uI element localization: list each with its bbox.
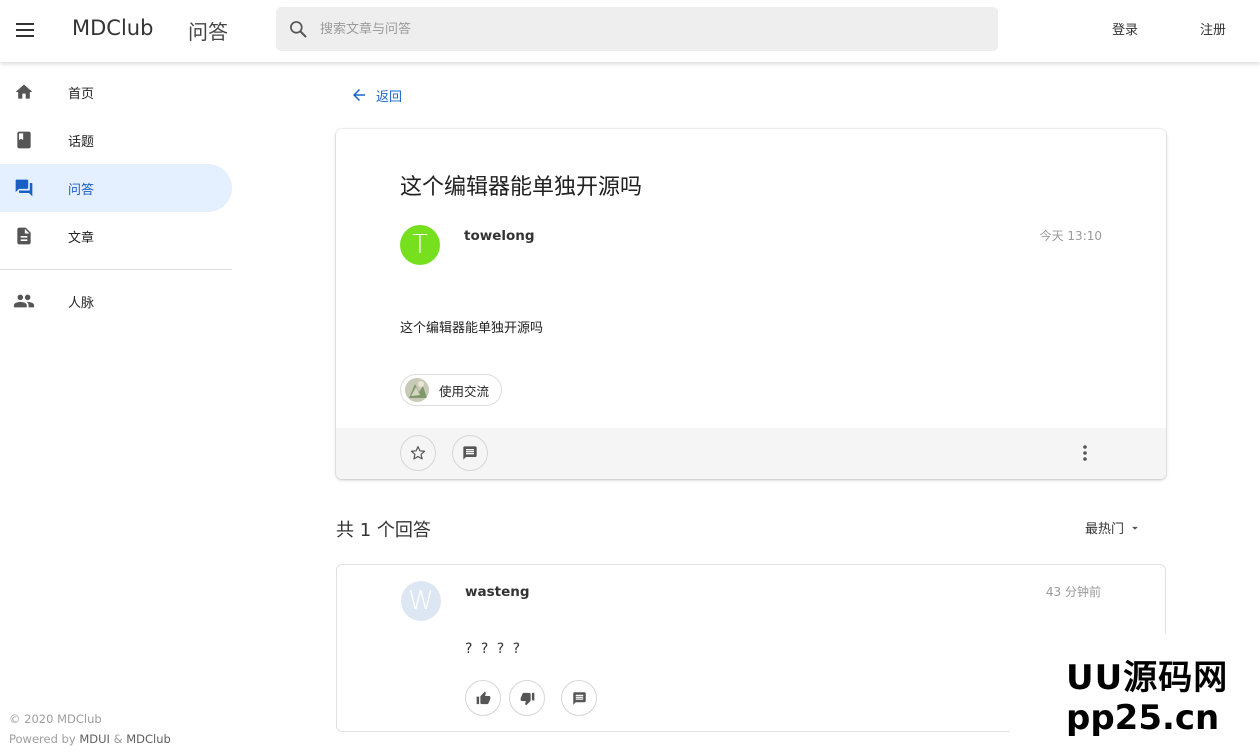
sidebar-item-label: 首页 <box>68 86 95 102</box>
brand-logo[interactable]: MDClub <box>72 16 153 40</box>
upvote-button[interactable] <box>465 680 501 716</box>
forum-icon <box>0 164 48 212</box>
topic-label: 使用交流 <box>439 383 490 399</box>
mdui-link[interactable]: MDUI <box>79 732 110 746</box>
question-time: 今天 13:10 <box>1039 229 1102 243</box>
sort-label: 最热门 <box>1085 522 1125 537</box>
top-app-bar: MDClub 问答 登录 注册 <box>0 0 1260 62</box>
thumb-down-icon <box>520 691 535 706</box>
sidebar-item-label: 话题 <box>68 134 95 150</box>
search-input[interactable] <box>320 7 960 51</box>
navigation-drawer: 首页 话题 问答 文章 人脉 © 2020 MDClub Powered by … <box>0 62 232 754</box>
footer-copyright: © 2020 MDClub <box>9 712 102 726</box>
mdclub-link[interactable]: MDClub <box>126 732 171 746</box>
footer-amp: & <box>113 732 123 746</box>
avatar[interactable]: W <box>401 581 441 621</box>
home-icon <box>0 68 48 116</box>
comment-button[interactable] <box>452 435 488 471</box>
search-bar[interactable] <box>276 7 998 51</box>
sidebar-item-questions[interactable]: 问答 <box>0 164 232 212</box>
arrow-drop-down-icon <box>1128 521 1142 535</box>
question-author[interactable]: towelong <box>464 228 535 244</box>
comment-icon <box>572 691 587 706</box>
menu-button[interactable] <box>4 9 46 51</box>
answer-author[interactable]: wasteng <box>465 584 530 600</box>
sidebar-item-people[interactable]: 人脉 <box>0 277 232 325</box>
arrow-back-icon <box>350 86 368 104</box>
more-vert-icon <box>1082 444 1088 462</box>
people-icon <box>0 277 48 325</box>
avatar-letter: T <box>412 230 428 260</box>
watermark: UU源码网 pp25.cn <box>1010 634 1260 754</box>
question-title: 这个编辑器能单独开源吗 <box>400 175 643 200</box>
thumb-up-icon <box>476 691 491 706</box>
sidebar-item-articles[interactable]: 文章 <box>0 212 232 260</box>
back-button[interactable]: 返回 <box>350 82 402 108</box>
star-outline-icon <box>409 444 427 462</box>
sidebar-item-home[interactable]: 首页 <box>0 68 232 116</box>
sidebar-item-label: 问答 <box>68 182 95 198</box>
topic-chip[interactable]: 使用交流 <box>400 374 503 406</box>
topic-image-icon <box>405 378 429 402</box>
description-icon <box>0 212 48 260</box>
sort-dropdown[interactable]: 最热门 <box>1085 518 1142 537</box>
question-actions <box>336 428 1166 479</box>
watermark-line2: pp25.cn <box>1066 698 1220 738</box>
section-title: 问答 <box>188 20 228 44</box>
answer-count: 共 1 个回答 <box>336 520 431 541</box>
avatar-letter: W <box>408 586 434 616</box>
sidebar-item-label: 人脉 <box>68 295 95 311</box>
downvote-button[interactable] <box>509 680 545 716</box>
back-label: 返回 <box>376 89 403 105</box>
avatar[interactable]: T <box>400 225 440 265</box>
question-body: 这个编辑器能单独开源吗 <box>400 321 544 336</box>
sidebar-item-topics[interactable]: 话题 <box>0 116 232 164</box>
watermark-line1: UU源码网 <box>1066 658 1229 698</box>
menu-icon <box>15 22 35 38</box>
comment-icon <box>462 445 478 461</box>
footer-powered-prefix: Powered by <box>9 732 76 746</box>
search-icon[interactable] <box>276 7 320 51</box>
footer-powered-by: Powered by MDUI & MDClub <box>9 732 171 746</box>
sidebar-item-label: 文章 <box>68 230 95 246</box>
answer-comment-button[interactable] <box>561 680 597 716</box>
login-button[interactable]: 登录 <box>1112 19 1138 38</box>
answer-time: 43 分钟前 <box>1045 585 1101 599</box>
book-icon <box>0 116 48 164</box>
register-button[interactable]: 注册 <box>1200 19 1226 38</box>
answer-body: ? ? ? ? <box>465 641 523 657</box>
follow-button[interactable] <box>400 435 436 471</box>
more-button[interactable] <box>1070 438 1100 468</box>
question-card: 这个编辑器能单独开源吗 T towelong 今天 13:10 这个编辑器能单独… <box>336 129 1166 479</box>
drawer-divider <box>0 269 232 270</box>
